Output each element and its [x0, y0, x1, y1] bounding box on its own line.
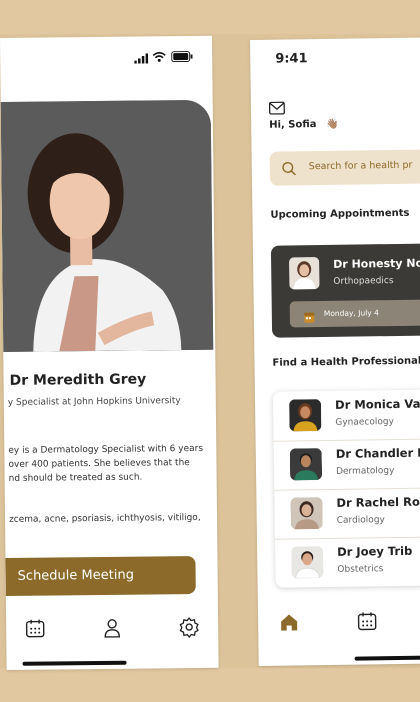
- doctor-photo: [0, 99, 214, 352]
- doctor-avatar: [289, 448, 323, 481]
- doctor-avatar: [289, 399, 322, 432]
- person-icon[interactable]: [101, 617, 123, 639]
- search-input[interactable]: Search for a health pr: [309, 160, 413, 172]
- greeting-text: Hi, Sofia: [269, 119, 317, 131]
- calendar-small-icon: [304, 308, 315, 327]
- list-item[interactable]: Dr Rachel Ross Cardiology: [274, 487, 420, 540]
- appointment-card[interactable]: Dr Honesty Noah Orthopaedics Monday, Jul…: [270, 243, 420, 338]
- doctor-avatar: [291, 546, 324, 579]
- appointment-specialty: Orthopaedics: [333, 276, 394, 287]
- search-icon: [282, 161, 297, 180]
- wave-emoji: 👋🏽: [325, 118, 339, 130]
- doctor-name: Dr Chandler Bing: [335, 445, 420, 461]
- wifi-icon: [152, 47, 166, 66]
- doctor-name: Dr Rachel Ross: [336, 494, 420, 510]
- doctor-specialty: Obstetrics: [337, 564, 384, 575]
- doctor-name: Dr Monica Vasqu: [335, 396, 420, 412]
- battery-icon: [171, 47, 193, 66]
- message-icon[interactable]: [268, 100, 285, 119]
- professionals-list: Dr Monica Vasqu Gynaecology Dr Chandler …: [272, 389, 420, 588]
- home-icon[interactable]: [278, 611, 300, 633]
- doctor-profile-screen: Dr Meredith Grey y Specialist at John Ho…: [0, 35, 219, 670]
- appointment-doctor-avatar: [289, 257, 320, 290]
- search-bar[interactable]: Search for a health pr: [269, 149, 420, 186]
- conditions-text: zcema, acne, psoriasis, ichthyosis, viti…: [8, 512, 201, 525]
- appointment-doctor-name: Dr Honesty Noah: [333, 256, 420, 271]
- doctor-specialty: Dermatology: [335, 466, 395, 477]
- doctor-avatar: [290, 497, 323, 530]
- background-band-top: [0, 0, 420, 34]
- list-item[interactable]: Dr Monica Vasqu Gynaecology: [272, 389, 420, 442]
- background-band-bottom: [0, 668, 420, 702]
- home-indicator: [354, 655, 420, 661]
- status-time: 9:41: [275, 51, 308, 67]
- gear-icon[interactable]: [178, 616, 200, 638]
- appointment-date: Monday, July 4: [323, 308, 379, 318]
- bio-line-2: over 400 patients. She believes that the: [8, 458, 190, 470]
- calendar-icon[interactable]: [356, 610, 378, 632]
- greeting: Hi, Sofia 👋🏽: [269, 119, 338, 131]
- home-screen: 9:41 Hi, Sofia 👋🏽 Search for a health pr…: [250, 37, 420, 666]
- calendar-icon[interactable]: [24, 618, 46, 640]
- find-heading: Find a Health Professional: [272, 355, 420, 369]
- signal-icon: [134, 48, 149, 67]
- home-indicator: [22, 660, 127, 666]
- doctor-name: Dr Joey Trib: [337, 543, 413, 559]
- doctor-specialty: Cardiology: [336, 515, 385, 526]
- bio-line-3: nd should be treated as such.: [8, 472, 143, 484]
- bio-line-1: ey is a Dermatology Specialist with 6 ye…: [8, 443, 204, 456]
- appointment-date-pill: Monday, July 4: [289, 299, 420, 328]
- doctor-title: y Specialist at John Hopkins University: [7, 396, 181, 408]
- doctor-specialty: Gynaecology: [335, 417, 394, 428]
- list-item[interactable]: Dr Joey Trib Obstetrics: [275, 536, 420, 587]
- list-item[interactable]: Dr Chandler Bing Dermatology: [273, 438, 420, 491]
- upcoming-heading: Upcoming Appointments: [270, 207, 410, 221]
- schedule-meeting-button[interactable]: Schedule Meeting: [5, 555, 196, 596]
- doctor-name: Dr Meredith Grey: [9, 371, 147, 389]
